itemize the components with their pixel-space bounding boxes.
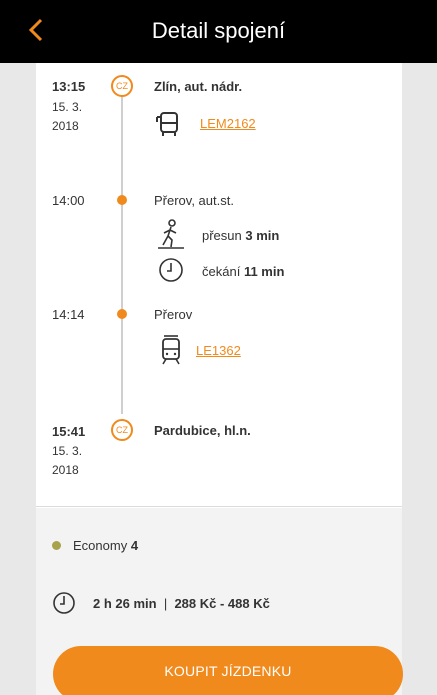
train-line-link[interactable]: LE1362 [196,343,241,358]
stop-name: Pardubice, hl.n. [154,423,251,438]
transfer-info: přesun 3 min [202,228,279,243]
bus-icon [156,112,178,136]
fare-class: Economy 4 [73,538,138,553]
country-marker: CZ [111,75,133,97]
wait-duration: 11 min [243,264,285,279]
stop-name: Zlín, aut. nádr. [154,79,243,94]
stop-year: 2018 [52,119,79,133]
wait-label: čekání [202,264,241,279]
wait-info: čekání 11 min [202,264,284,279]
clock-icon [53,592,75,614]
bus-line-link[interactable]: LEM2162 [200,116,256,131]
trip-summary: 2 h 26 min | 288 Kč - 488 Kč [93,596,270,611]
stop-name: Přerov [154,307,193,322]
economy-dot [52,541,61,550]
train-icon [162,335,180,365]
walking-icon [158,219,184,249]
trip-price: 288 Kč - 488 Kč [174,596,270,611]
country-marker: CZ [111,419,133,441]
clock-icon [159,258,183,282]
stop-dot [117,309,127,319]
divider [36,506,402,507]
trip-duration: 2 h 26 min [93,596,157,611]
buy-ticket-button[interactable]: KOUPIT JÍZDENKU [53,646,403,695]
stop-time: 15:41 [52,424,86,439]
transfer-label: přesun [202,228,242,243]
stop-date: 15. 3. [52,100,83,114]
timeline-line [121,96,123,414]
fare-class-count: 4 [130,538,139,553]
stop-time: 13:15 [52,79,86,94]
stop-name: Přerov, aut.st. [154,193,234,208]
stop-time: 14:00 [52,193,85,208]
stop-dot [117,195,127,205]
summary-separator: | [163,596,168,611]
stop-date: 15. 3. [52,444,83,458]
stop-time: 14:14 [52,307,85,322]
page-title: Detail spojení [151,18,286,43]
app-header: Detail spojení [0,0,437,63]
transfer-duration: 3 min [245,228,280,243]
fare-class-name: Economy [73,538,128,553]
stop-year: 2018 [52,463,79,477]
